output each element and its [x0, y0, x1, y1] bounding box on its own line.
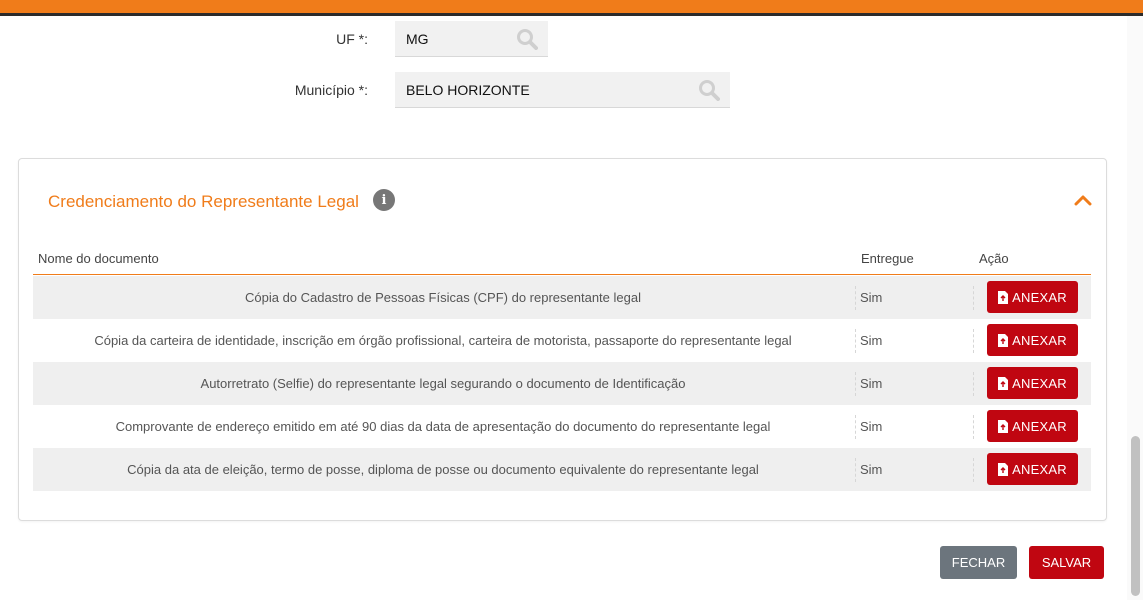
municipio-label: Município *:: [294, 82, 368, 98]
document-name: Cópia da ata de eleição, termo de posse,…: [127, 462, 759, 477]
header-document: Nome do documento: [38, 251, 159, 266]
column-divider: [973, 286, 974, 310]
document-name: Cópia do Cadastro de Pessoas Físicas (CP…: [245, 290, 641, 305]
column-divider: [855, 458, 856, 482]
table-row: Comprovante de endereço emitido em até 9…: [33, 405, 1091, 448]
anexar-button[interactable]: ANEXAR: [987, 324, 1078, 356]
anexar-label: ANEXAR: [1012, 289, 1067, 305]
municipio-field[interactable]: BELO HORIZONTE: [395, 72, 730, 108]
delivered-value: Sim: [860, 333, 883, 348]
table-row: Cópia do Cadastro de Pessoas Físicas (CP…: [33, 276, 1091, 319]
table-header: Nome do documento Entregue Ação: [33, 247, 1091, 275]
column-divider: [855, 329, 856, 353]
column-divider: [973, 415, 974, 439]
document-name: Comprovante de endereço emitido em até 9…: [115, 419, 771, 434]
uf-label: UF *:: [336, 31, 368, 47]
column-divider: [973, 372, 974, 396]
table-row: Autorretrato (Selfie) do representante l…: [33, 362, 1091, 405]
document-name: Autorretrato (Selfie) do representante l…: [200, 376, 686, 391]
representante-legal-card: Credenciamento do Representante Legal i …: [18, 158, 1107, 521]
anexar-label: ANEXAR: [1012, 332, 1067, 348]
file-upload-icon: [998, 290, 1009, 304]
close-button[interactable]: FECHAR: [940, 546, 1017, 579]
file-upload-icon: [998, 419, 1009, 433]
header-delivered: Entregue: [861, 251, 914, 266]
search-icon[interactable]: [698, 79, 720, 101]
delivered-value: Sim: [860, 290, 883, 305]
column-divider: [855, 286, 856, 310]
top-bar: [0, 0, 1143, 16]
column-divider: [973, 329, 974, 353]
column-divider: [855, 372, 856, 396]
uf-value: MG: [406, 30, 429, 47]
delivered-value: Sim: [860, 462, 883, 477]
file-upload-icon: [998, 333, 1009, 347]
uf-field[interactable]: MG: [395, 21, 548, 57]
scrollbar-thumb[interactable]: [1131, 436, 1140, 596]
section-title: Credenciamento do Representante Legal: [48, 192, 359, 211]
anexar-label: ANEXAR: [1012, 461, 1067, 477]
file-upload-icon: [998, 376, 1009, 390]
anexar-button[interactable]: ANEXAR: [987, 367, 1078, 399]
info-icon[interactable]: i: [373, 189, 395, 211]
anexar-label: ANEXAR: [1012, 375, 1067, 391]
chevron-up-icon[interactable]: [1074, 193, 1092, 207]
anexar-button[interactable]: ANEXAR: [987, 281, 1078, 313]
delivered-value: Sim: [860, 419, 883, 434]
table-row: Cópia da ata de eleição, termo de posse,…: [33, 448, 1091, 491]
municipio-value: BELO HORIZONTE: [406, 81, 530, 98]
file-upload-icon: [998, 462, 1009, 476]
column-divider: [855, 415, 856, 439]
anexar-button[interactable]: ANEXAR: [987, 410, 1078, 442]
document-name: Cópia da carteira de identidade, inscriç…: [94, 333, 792, 348]
anexar-label: ANEXAR: [1012, 418, 1067, 434]
column-divider: [973, 458, 974, 482]
delivered-value: Sim: [860, 376, 883, 391]
table-row: Cópia da carteira de identidade, inscriç…: [33, 319, 1091, 362]
save-button[interactable]: SALVAR: [1029, 546, 1104, 579]
anexar-button[interactable]: ANEXAR: [987, 453, 1078, 485]
header-action: Ação: [979, 251, 1009, 266]
search-icon[interactable]: [516, 28, 538, 50]
